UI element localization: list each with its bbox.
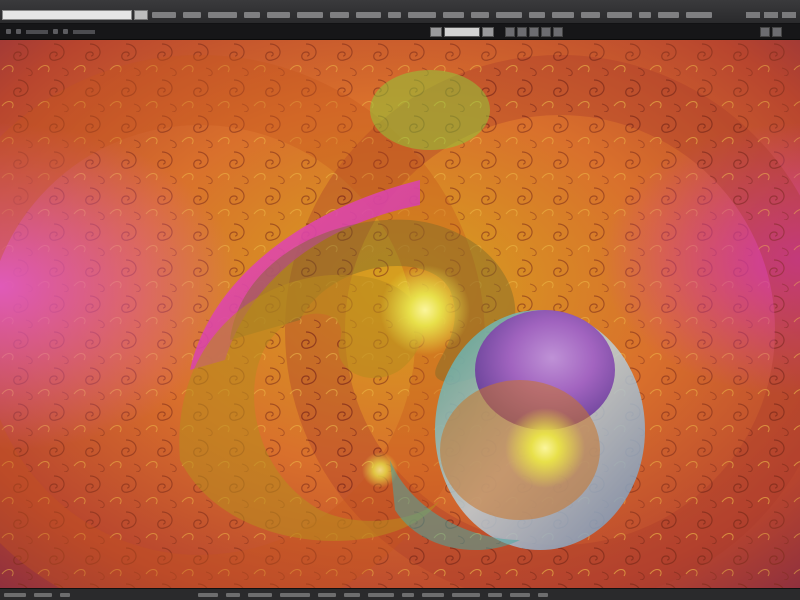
status-segment [488,592,502,597]
status-segment [198,592,218,597]
menu-item[interactable] [528,12,545,18]
swatch-icon[interactable] [482,27,494,37]
menu-item[interactable] [244,12,261,18]
menu-item[interactable] [657,12,679,18]
status-segment [538,592,548,597]
artwork-canvas[interactable] [0,40,800,588]
menu-item[interactable] [607,12,632,18]
upper-light-flare [380,265,470,355]
status-segment [318,592,336,597]
menu-item[interactable] [387,12,402,18]
status-segment [402,592,414,597]
menu-item[interactable] [329,12,350,18]
artwork-image [0,40,800,588]
status-segment [344,592,360,597]
tool-icon[interactable] [517,27,527,37]
close-icon[interactable] [782,12,796,18]
status-segment [34,592,52,597]
frame-icon[interactable] [430,27,442,37]
menu-item[interactable] [267,12,290,18]
status-segment [4,592,26,597]
menu-item[interactable] [685,12,712,18]
window-controls [716,10,796,20]
maximize-icon[interactable] [764,12,778,18]
status-segment [422,592,444,597]
status-segment [248,592,272,597]
toolbar [0,24,800,40]
menu-item[interactable] [471,12,489,18]
minimize-icon[interactable] [746,12,760,18]
tool-icon[interactable] [73,29,95,34]
lower-light-flare [505,408,585,488]
tool-icon[interactable] [16,29,21,34]
toolbar-center-group [430,27,494,37]
status-segment [510,592,530,597]
menu-item[interactable] [551,12,575,18]
status-segment [226,592,240,597]
menu-item[interactable] [408,12,437,18]
menu-item[interactable] [495,12,522,18]
green-highlight [370,70,490,150]
tool-icon[interactable] [760,27,770,37]
status-segment [280,592,310,597]
menu-bar [0,0,800,24]
address-field[interactable] [2,10,132,20]
toolbar-right-group [505,27,563,37]
menu-item[interactable] [581,12,601,18]
menu-items [152,10,712,20]
menu-item[interactable] [296,12,323,18]
status-segment [368,592,394,597]
status-bar [0,588,800,600]
menu-item[interactable] [638,12,651,18]
go-arrow-icon[interactable] [134,10,148,20]
status-segment [60,592,70,597]
toolbar-end-group [760,27,782,37]
tool-icon[interactable] [53,29,58,34]
menu-item[interactable] [356,12,381,18]
menu-item[interactable] [443,12,465,18]
menu-item[interactable] [207,12,238,18]
tool-icon[interactable] [505,27,515,37]
toolbar-left-group [6,29,95,34]
status-segment [452,592,480,597]
layers-icon[interactable] [444,27,480,37]
menu-item[interactable] [183,12,201,18]
tool-icon[interactable] [6,29,11,34]
tool-icon[interactable] [529,27,539,37]
tool-icon[interactable] [26,29,48,34]
tool-icon[interactable] [772,27,782,37]
tool-icon[interactable] [541,27,551,37]
tool-icon[interactable] [553,27,563,37]
menu-item[interactable] [152,12,177,18]
tool-icon[interactable] [63,29,68,34]
